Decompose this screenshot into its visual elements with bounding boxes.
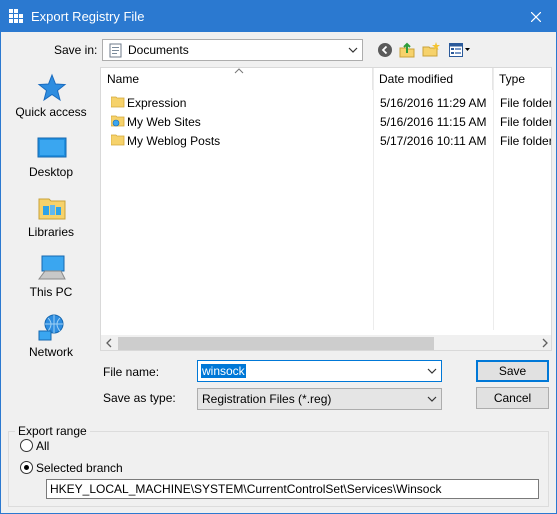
save-in-value: Documents xyxy=(128,43,189,57)
table-row[interactable]: Expression 5/16/2016 11:29 AM File folde… xyxy=(101,93,552,112)
file-date: 5/16/2016 11:15 AM xyxy=(380,115,487,129)
regedit-app-icon xyxy=(9,9,23,23)
column-header-date[interactable]: Date modified xyxy=(373,68,493,90)
radio-selected-branch[interactable] xyxy=(20,461,33,474)
new-folder-icon xyxy=(422,42,440,57)
radio-all-label[interactable]: All xyxy=(36,439,49,453)
export-range-legend: Export range xyxy=(15,424,90,438)
file-date: 5/16/2016 11:29 AM xyxy=(380,96,487,110)
chevron-down-icon xyxy=(348,47,358,53)
place-network[interactable]: Network xyxy=(4,307,98,363)
close-button[interactable] xyxy=(516,1,556,32)
file-name: My Web Sites xyxy=(127,115,201,129)
up-folder-button[interactable] xyxy=(397,39,417,61)
web-folder-icon xyxy=(111,115,125,127)
scroll-left-icon[interactable] xyxy=(105,338,113,348)
file-type: File folder xyxy=(500,134,552,148)
close-icon xyxy=(531,11,541,22)
back-button[interactable] xyxy=(375,39,395,61)
save-in-dropdown[interactable]: Documents xyxy=(102,39,363,61)
new-folder-button[interactable] xyxy=(421,39,441,61)
horizontal-scrollbar[interactable] xyxy=(101,335,551,350)
back-arrow-icon xyxy=(378,43,392,57)
chevron-down-icon[interactable] xyxy=(427,365,437,377)
save-button[interactable]: Save xyxy=(476,360,549,382)
place-desktop[interactable]: Desktop xyxy=(4,127,98,183)
cancel-button[interactable]: Cancel xyxy=(476,387,549,409)
desktop-icon xyxy=(37,137,67,158)
place-label: This PC xyxy=(29,285,73,299)
table-row[interactable]: My Web Sites 5/16/2016 11:15 AM File fol… xyxy=(101,112,552,131)
save-as-type-label: Save as type: xyxy=(103,391,176,405)
save-as-type-dropdown[interactable]: Registration Files (*.reg) xyxy=(197,388,442,410)
view-grid-icon xyxy=(449,43,470,57)
place-label: Libraries xyxy=(27,225,75,239)
branch-path-value: HKEY_LOCAL_MACHINE\SYSTEM\CurrentControl… xyxy=(50,482,442,496)
place-label: Network xyxy=(28,345,73,359)
save-in-label: Save in: xyxy=(54,43,98,57)
place-label: Quick access xyxy=(15,105,87,119)
folder-icon xyxy=(111,96,125,108)
file-type: File folder xyxy=(500,96,552,110)
file-date: 5/17/2016 10:11 AM xyxy=(380,134,487,148)
documents-icon xyxy=(109,43,122,58)
radio-selected-branch-label[interactable]: Selected branch xyxy=(36,461,123,475)
place-this-pc[interactable]: This PC xyxy=(4,247,98,303)
star-icon xyxy=(37,73,67,102)
file-name: My Weblog Posts xyxy=(127,134,221,148)
title-bar[interactable]: Export Registry File xyxy=(1,1,556,32)
places-bar: Quick access Desktop Libraries This PC N… xyxy=(4,67,98,367)
column-header-type[interactable]: Type xyxy=(493,68,551,90)
window-title: Export Registry File xyxy=(31,9,145,24)
file-type: File folder xyxy=(500,115,552,129)
table-row[interactable]: My Weblog Posts 5/17/2016 10:11 AM File … xyxy=(101,131,552,150)
radio-all[interactable] xyxy=(20,439,33,452)
file-name: Expression xyxy=(127,96,187,110)
column-header-name[interactable]: Name xyxy=(101,68,373,90)
file-name-input[interactable]: winsock xyxy=(197,360,442,382)
place-quick-access[interactable]: Quick access xyxy=(4,67,98,123)
chevron-down-icon xyxy=(427,396,437,402)
file-name-label: File name: xyxy=(103,365,160,379)
place-label: Desktop xyxy=(28,165,74,179)
file-name-value: winsock xyxy=(201,364,246,378)
scroll-right-icon[interactable] xyxy=(541,338,549,348)
view-menu-button[interactable] xyxy=(447,39,473,61)
place-libraries[interactable]: Libraries xyxy=(4,187,98,243)
libraries-icon xyxy=(38,198,66,220)
branch-path-input[interactable]: HKEY_LOCAL_MACHINE\SYSTEM\CurrentControl… xyxy=(46,479,539,499)
file-list[interactable]: Name Date modified Type Expression 5/16/… xyxy=(100,67,552,351)
sort-ascending-icon xyxy=(234,68,244,74)
folder-icon xyxy=(111,134,125,146)
computer-icon xyxy=(38,255,66,280)
save-as-type-value: Registration Files (*.reg) xyxy=(202,392,332,406)
network-icon xyxy=(38,314,64,341)
up-folder-icon xyxy=(399,42,415,58)
scrollbar-thumb[interactable] xyxy=(118,337,434,350)
export-registry-dialog: Export Registry File Save in: Documents xyxy=(0,0,557,514)
